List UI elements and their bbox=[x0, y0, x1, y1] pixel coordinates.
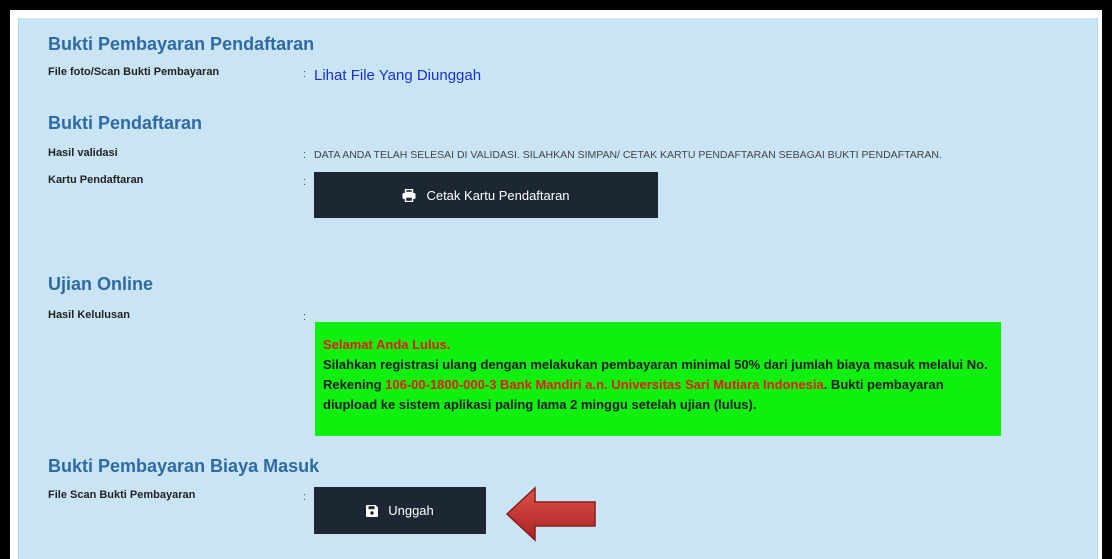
notice-body: Silahkan registrasi ulang dengan melakuk… bbox=[323, 355, 991, 415]
graduation-notice: Selamat Anda Lulus. Silahkan registrasi … bbox=[315, 322, 1001, 436]
upload-button-label: Unggah bbox=[388, 503, 434, 518]
section-title-bukti-pendaftaran: Bukti Pendaftaran bbox=[48, 113, 203, 133]
content-panel bbox=[18, 18, 1098, 559]
label-hasil-validasi: Hasil validasi bbox=[48, 147, 118, 159]
save-icon bbox=[366, 504, 379, 517]
label-separator: : bbox=[303, 311, 307, 323]
print-button-label: Cetak Kartu Pendaftaran bbox=[426, 187, 570, 203]
view-uploaded-file-link[interactable]: Lihat File Yang Diunggah bbox=[314, 67, 481, 84]
print-registration-card-button[interactable]: Cetak Kartu Pendaftaran bbox=[314, 172, 658, 218]
section-title-ujian-online: Ujian Online bbox=[48, 274, 154, 294]
arrow-left-icon bbox=[505, 486, 597, 547]
label-separator: : bbox=[303, 491, 307, 503]
section-title-bukti-pembayaran-pendaftaran: Bukti Pembayaran Pendaftaran bbox=[48, 34, 315, 54]
printer-icon bbox=[402, 188, 416, 202]
label-file-scan-bukti-pembayaran: File Scan Bukti Pembayaran bbox=[48, 489, 196, 501]
label-separator: : bbox=[303, 149, 307, 161]
section-title-bukti-pembayaran-biaya-masuk: Bukti Pembayaran Biaya Masuk bbox=[48, 456, 320, 476]
notice-bank-account: 106-00-1800-000-3 Bank Mandiri a.n. Univ… bbox=[385, 377, 824, 392]
validation-status-text: DATA ANDA TELAH SELESAI DI VALIDASI. SIL… bbox=[314, 149, 942, 161]
label-kartu-pendaftaran: Kartu Pendaftaran bbox=[48, 174, 144, 186]
window-frame-top bbox=[0, 0, 1112, 10]
label-separator: : bbox=[303, 176, 307, 188]
notice-congrats-text: Selamat Anda Lulus. bbox=[323, 337, 451, 352]
window-frame-left bbox=[0, 0, 10, 559]
label-hasil-kelulusan: Hasil Kelulusan bbox=[48, 309, 130, 321]
label-separator: : bbox=[303, 68, 307, 80]
window-frame-right bbox=[1102, 0, 1112, 559]
upload-button[interactable]: Unggah bbox=[314, 487, 486, 534]
label-file-bukti-pembayaran: File foto/Scan Bukti Pembayaran bbox=[48, 66, 220, 78]
